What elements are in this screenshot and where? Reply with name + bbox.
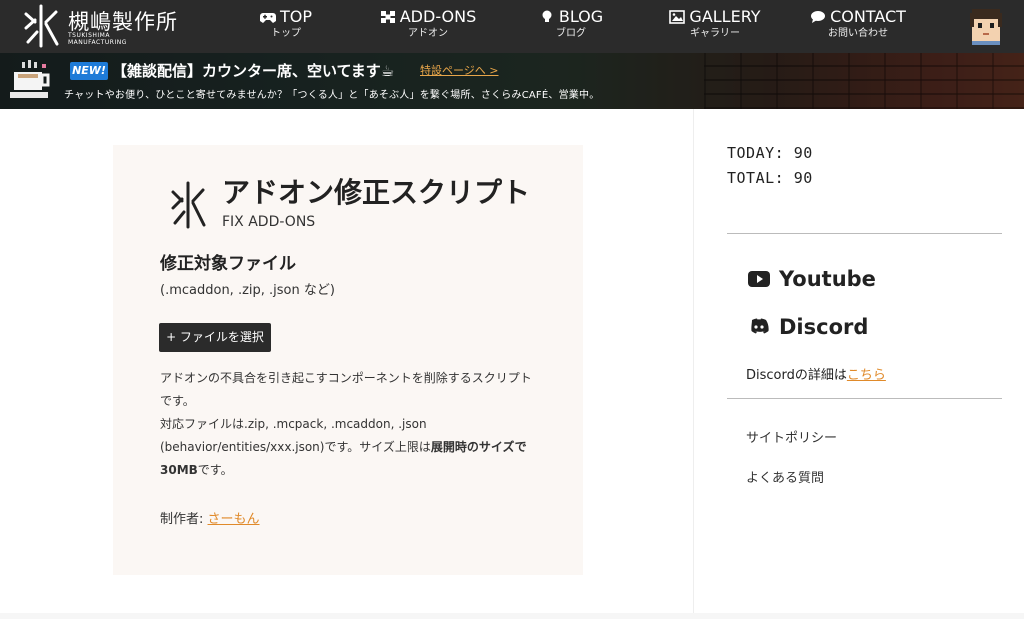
special-page-link[interactable]: 特設ページへ > — [420, 63, 499, 79]
chat-bubble-icon — [811, 11, 826, 23]
nav-blog[interactable]: BLOG ブログ — [537, 7, 605, 41]
gamepad-icon — [259, 13, 276, 23]
nav-gallery-label: GALLERY — [689, 7, 761, 26]
author-credit: 制作者: さーもん — [160, 511, 260, 529]
nav-top-label: TOP — [279, 7, 312, 26]
discord-note-text: Discordの詳細は — [746, 368, 847, 383]
fix-addons-card: アドオン修正スクリプト FIX ADD-ONS 修正対象ファイル (.mcadd… — [113, 145, 583, 575]
tool-description: アドオンの不具合を引き起こすコンポーネントを削除するスクリプトです。 対応ファイ… — [160, 367, 538, 482]
image-icon — [669, 10, 686, 24]
announcement-banner[interactable]: NEW! 【雑談配信】カウンター席、空いてます☕ 特設ページへ > チャットやお… — [0, 53, 1024, 109]
nav-top-sub: トップ — [271, 28, 301, 39]
total-counter: TOTAL: 90 — [727, 169, 813, 187]
tool-subtitle: FIX ADD-ONS — [222, 214, 316, 230]
nav-gallery-sub: ギャラリー — [690, 28, 740, 39]
coffee-cup-icon — [10, 60, 50, 98]
description-line-1: アドオンの不具合を引き起こすコンポーネントを削除するスクリプトです。 — [160, 371, 532, 408]
sidebar-divider-top — [727, 233, 1002, 234]
lightbulb-icon — [542, 10, 552, 22]
column-divider — [693, 109, 694, 613]
discord-link[interactable]: Discord — [747, 313, 868, 341]
nav-blog-sub: ブログ — [556, 28, 586, 39]
today-counter: TODAY: 90 — [727, 144, 813, 162]
tool-logo-icon — [171, 181, 206, 229]
nav-blog-label: BLOG — [558, 7, 604, 26]
logo-mark-icon — [24, 4, 59, 48]
discord-label: Discord — [779, 315, 869, 339]
puzzle-icon — [380, 11, 395, 23]
youtube-label: Youtube — [779, 267, 876, 291]
description-line-2: 対応ファイルは.zip, .mcpack, .mcaddon, .json (b… — [160, 417, 431, 454]
nav-top[interactable]: TOP トップ — [252, 7, 320, 41]
nav-contact-sub: お問い合わせ — [828, 28, 888, 39]
new-badge: NEW! — [70, 62, 108, 80]
site-policy-link[interactable]: サイトポリシー — [746, 430, 837, 448]
tool-title: アドオン修正スクリプト — [222, 176, 531, 209]
banner-title: 【雑談配信】カウンター席、空いてます☕ — [112, 62, 395, 80]
discord-detail-note: Discordの詳細はこちら — [746, 367, 886, 385]
author-label: 制作者: — [160, 512, 208, 527]
sidebar-divider-bottom — [727, 398, 1002, 399]
choose-file-button[interactable]: + ファイルを選択 — [159, 323, 271, 352]
author-link[interactable]: さーもん — [208, 512, 260, 527]
nav-contact[interactable]: CONTACT お問い合わせ — [806, 7, 910, 41]
youtube-icon — [748, 271, 770, 287]
faq-link[interactable]: よくある質問 — [746, 470, 824, 488]
banner-subtitle: チャットやお便り、ひとこと寄せてみませんか？「つくる人」と「あそぶ人」を繋ぐ場所… — [64, 90, 600, 101]
description-line-2-end: です。 — [197, 463, 233, 477]
site-logo[interactable]: 槻嶋製作所 TSUKISHIMA MANUFACTURING — [22, 4, 192, 48]
nav-addons[interactable]: ADD-ONS アドオン — [378, 7, 478, 41]
nav-gallery[interactable]: GALLERY ギャラリー — [666, 7, 764, 41]
discord-detail-link[interactable]: こちら — [847, 368, 886, 383]
logo-text-en: TSUKISHIMA MANUFACTURING — [68, 32, 127, 46]
user-avatar-icon[interactable] — [968, 7, 1004, 45]
nav-addons-label: ADD-ONS — [399, 7, 477, 26]
main-content: アドオン修正スクリプト FIX ADD-ONS 修正対象ファイル (.mcadd… — [0, 109, 1024, 613]
target-file-formats: (.mcaddon, .zip, .json など) — [160, 283, 335, 298]
nav-addons-sub: アドオン — [408, 28, 448, 39]
youtube-link[interactable]: Youtube — [747, 265, 876, 293]
site-header: 槻嶋製作所 TSUKISHIMA MANUFACTURING TOP トップ A… — [0, 0, 1024, 53]
discord-icon — [751, 318, 769, 334]
target-file-label: 修正対象ファイル — [160, 254, 296, 274]
nav-contact-label: CONTACT — [830, 7, 906, 26]
